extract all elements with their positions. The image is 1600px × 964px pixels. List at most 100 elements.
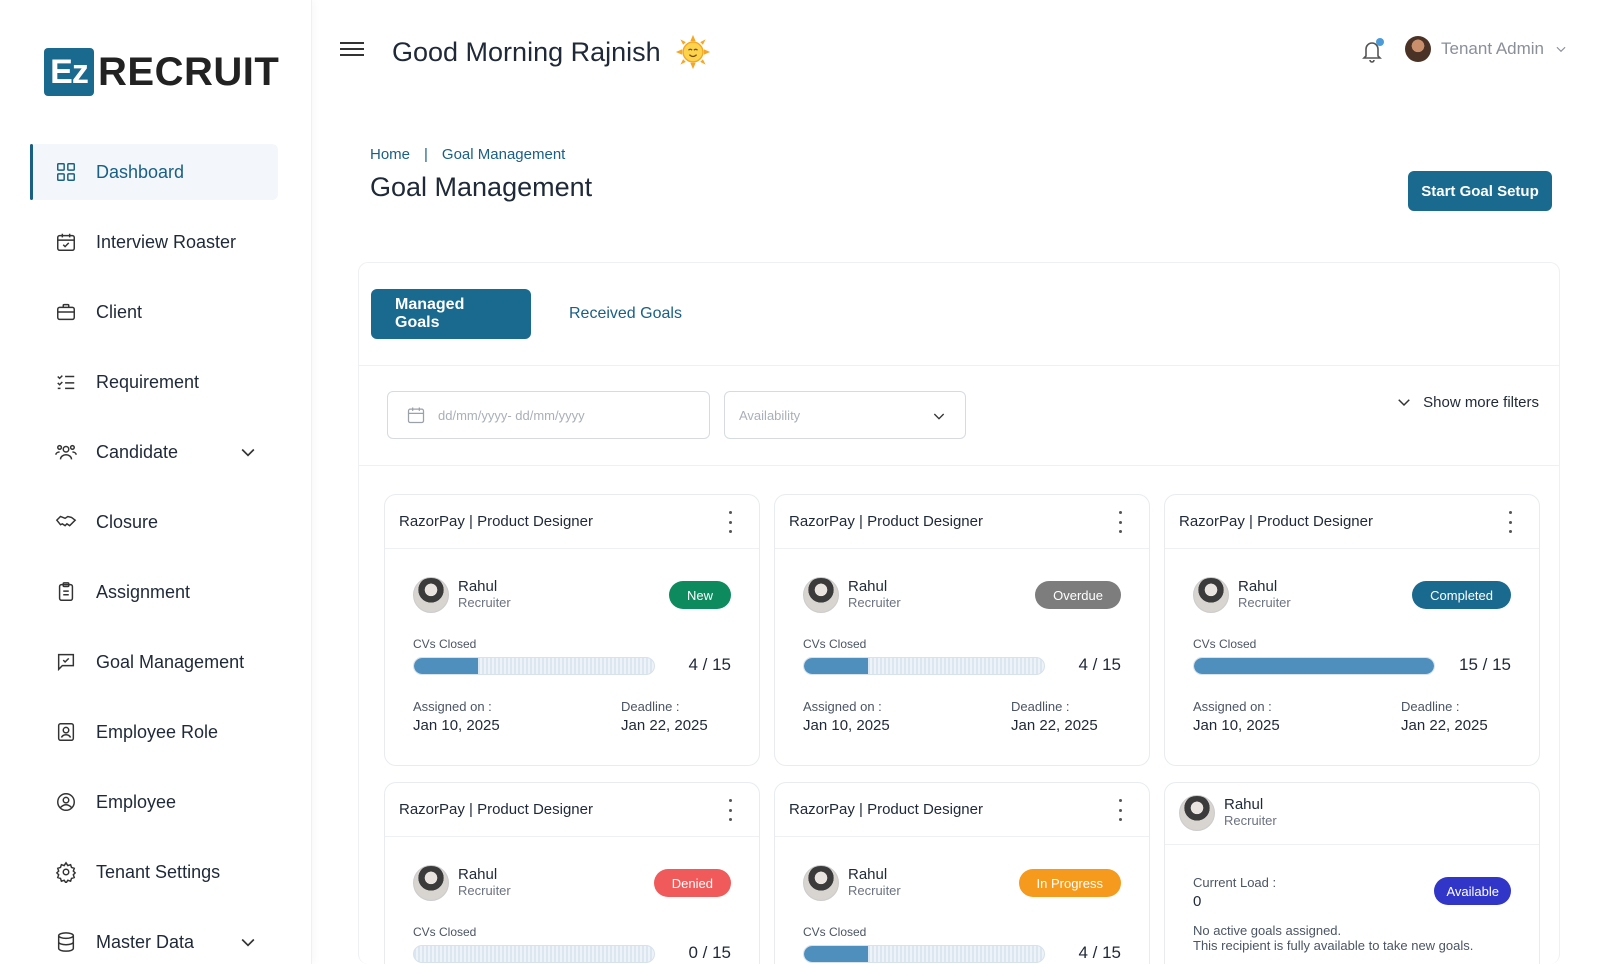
sidebar-item-requirement[interactable]: Requirement — [30, 354, 278, 410]
sidebar-item-label: Goal Management — [96, 651, 245, 672]
progress-bar-fill — [1194, 658, 1434, 674]
more-options-icon[interactable] — [1117, 799, 1123, 821]
user-name: Tenant Admin — [1441, 39, 1545, 58]
progress-bar — [413, 945, 655, 963]
start-goal-setup-button[interactable]: Start Goal Setup — [1408, 171, 1552, 211]
assignee-name: Rahul — [848, 866, 888, 883]
goal-card[interactable]: RazorPay | Product Designer Rahul Recruit… — [1164, 494, 1540, 766]
goal-card-header: RazorPay | Product Designer — [775, 783, 1149, 837]
more-options-icon[interactable] — [727, 511, 733, 533]
sidebar-item-goal-management[interactable]: Goal Management — [30, 634, 278, 690]
progress-bar — [413, 657, 655, 675]
calendar-check-icon — [54, 230, 78, 254]
logo-text: RECRUIT — [98, 49, 280, 94]
tab-received-goals[interactable]: Received Goals — [545, 289, 706, 339]
goal-card[interactable]: RazorPay | Product Designer Rahul Recruit… — [774, 494, 1150, 766]
status-badge: In Progress — [1018, 869, 1121, 897]
sidebar-item-label: Candidate — [96, 441, 179, 462]
brand-logo[interactable]: Ez RECRUIT — [44, 48, 279, 96]
assigned-on-value: Jan 10, 2025 — [803, 717, 890, 734]
status-badge: Completed — [1412, 581, 1511, 609]
goal-card[interactable]: RazorPay | Product Designer Rahul Recruit… — [774, 782, 1150, 964]
deadline-value: Jan 22, 2025 — [621, 717, 708, 734]
id-badge-icon — [54, 720, 78, 744]
assignee-role: Recruiter — [458, 595, 511, 610]
progress-score: 15 / 15 — [1459, 655, 1511, 674]
greeting-text: Good Morning Rajnish — [392, 36, 661, 67]
sidebar-item-closure[interactable]: Closure — [30, 494, 278, 550]
more-options-icon[interactable] — [1117, 511, 1123, 533]
users-icon — [54, 440, 78, 464]
assignee-name: Rahul — [458, 866, 498, 883]
status-badge: Available — [1434, 877, 1511, 905]
assignee-role: Recruiter — [848, 883, 901, 898]
goal-card-header: RazorPay | Product Designer — [385, 783, 759, 837]
grid-icon — [54, 160, 78, 184]
sidebar-item-dashboard[interactable]: Dashboard — [30, 144, 278, 200]
goal-card[interactable]: RazorPay | Product Designer Rahul Recruit… — [384, 782, 760, 964]
assignee-name: Rahul — [458, 578, 498, 595]
checklist-icon — [54, 370, 78, 394]
avatar — [413, 865, 449, 901]
user-menu[interactable]: Tenant Admin — [1405, 36, 1568, 62]
deadline-label: Deadline : — [621, 699, 680, 714]
divider — [359, 465, 1559, 466]
sidebar-item-candidate[interactable]: Candidate — [30, 424, 278, 480]
more-options-icon[interactable] — [1507, 511, 1513, 533]
deadline-value: Jan 22, 2025 — [1401, 717, 1488, 734]
clipboard-icon — [54, 580, 78, 604]
more-options-icon[interactable] — [727, 799, 733, 821]
assignee-name: Rahul — [848, 578, 888, 595]
availability-placeholder: Availability — [739, 407, 801, 423]
calendar-icon — [407, 407, 425, 424]
deadline-value: Jan 22, 2025 — [1011, 717, 1098, 734]
availability-card[interactable]: Rahul Recruiter Current Load : 0 Availabl… — [1164, 782, 1540, 964]
goal-card-title: RazorPay | Product Designer — [399, 513, 593, 530]
chevron-down-icon[interactable] — [238, 442, 258, 467]
status-badge: Denied — [653, 869, 731, 897]
availability-note: No active goals assigned. This recipient… — [1193, 923, 1473, 953]
gear-icon — [54, 860, 78, 884]
breadcrumb-home[interactable]: Home — [370, 146, 410, 163]
hamburger-menu-icon[interactable] — [340, 38, 364, 62]
page-title: Goal Management — [370, 172, 593, 202]
sidebar-item-employee-role[interactable]: Employee Role — [30, 704, 278, 760]
greeting: Good Morning Rajnish — [392, 34, 711, 70]
breadcrumb-current[interactable]: Goal Management — [442, 146, 565, 163]
date-range-input[interactable]: dd/mm/yyyy- dd/mm/yyyy — [387, 391, 710, 439]
cvs-closed-label: CVs Closed — [413, 925, 477, 939]
cvs-closed-label: CVs Closed — [803, 637, 867, 651]
chevron-down-icon — [1556, 46, 1566, 53]
assignee: Rahul Recruiter — [803, 865, 901, 901]
notification-bell-icon[interactable] — [1360, 38, 1384, 64]
cvs-closed-label: CVs Closed — [413, 637, 477, 651]
sidebar-item-master-data[interactable]: Master Data — [30, 914, 278, 964]
chevron-down-icon — [1398, 399, 1410, 407]
show-more-filters-button[interactable]: Show more filters — [1395, 393, 1539, 411]
date-range-placeholder: dd/mm/yyyy- dd/mm/yyyy — [438, 407, 585, 423]
sidebar-item-label: Closure — [96, 511, 159, 532]
assignee: Rahul Recruiter — [803, 577, 901, 613]
sidebar-item-label: Requirement — [96, 371, 200, 392]
sidebar-item-interview-roaster[interactable]: Interview Roaster — [30, 214, 278, 270]
assignee-role: Recruiter — [1238, 595, 1291, 610]
assigned-on-value: Jan 10, 2025 — [1193, 717, 1280, 734]
sidebar-item-client[interactable]: Client — [30, 284, 278, 340]
goal-card[interactable]: RazorPay | Product Designer Rahul Recruit… — [384, 494, 760, 766]
sidebar-item-assignment[interactable]: Assignment — [30, 564, 278, 620]
sidebar-item-label: Client — [96, 301, 143, 322]
progress-bar-fill — [414, 658, 478, 674]
deadline-label: Deadline : — [1011, 699, 1070, 714]
app-root: Ez RECRUIT Dashboard Interview Roaster C… — [0, 0, 1600, 964]
assignee: Rahul Recruiter — [413, 865, 511, 901]
avatar — [1179, 795, 1215, 831]
chevron-down-icon[interactable] — [238, 932, 258, 957]
assignee-role: Recruiter — [458, 883, 511, 898]
briefcase-icon — [54, 300, 78, 324]
tab-managed-goals[interactable]: Managed Goals — [371, 289, 531, 339]
goal-card-header: RazorPay | Product Designer — [775, 495, 1149, 549]
availability-select[interactable]: Availability — [724, 391, 966, 439]
divider — [359, 365, 1559, 366]
sidebar-item-tenant-settings[interactable]: Tenant Settings — [30, 844, 278, 900]
sidebar-item-employee[interactable]: Employee — [30, 774, 278, 830]
